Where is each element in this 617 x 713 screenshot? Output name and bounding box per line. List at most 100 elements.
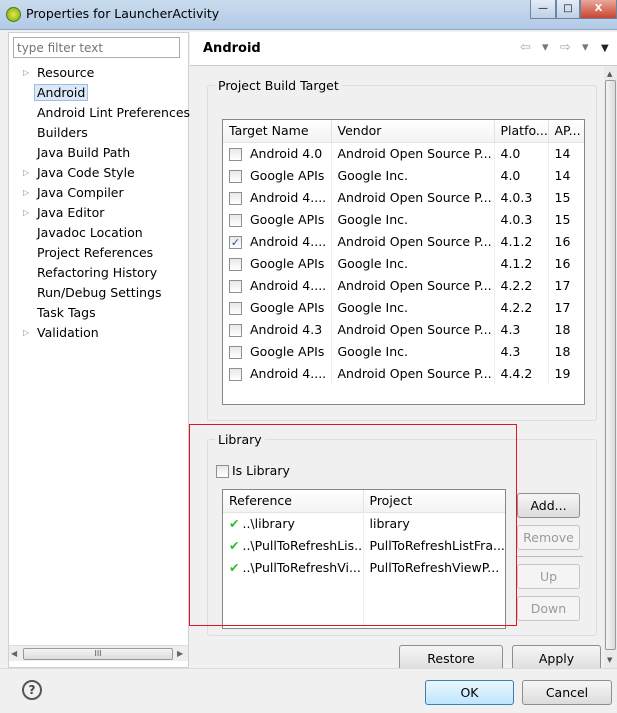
back-arrow-icon[interactable]: ⇦ [520,40,531,55]
sidebar-item-label: Java Code Style [37,165,135,180]
sidebar-item-java-build-path[interactable]: Java Build Path [9,143,189,163]
up-button[interactable]: Up [517,564,580,589]
target-checkbox[interactable] [229,367,242,381]
target-name: Google APIs [250,211,325,227]
ok-button[interactable]: OK [425,680,514,705]
expand-arrow-icon[interactable]: ▷ [23,63,29,83]
target-checkbox[interactable] [229,257,242,271]
target-vendor-cell: Android Open Source P... [331,230,495,252]
content-panel: Android ⇦ ▾ ⇨ ▾ ▼ Project Build Target T… [189,32,617,668]
down-button[interactable]: Down [517,596,580,621]
sidebar-item-run-debug-settings[interactable]: Run/Debug Settings [9,283,189,303]
column-header[interactable]: Target Name [223,120,332,143]
target-checkbox[interactable] [229,169,242,183]
table-row[interactable]: Google APIs Google Inc. 4.0.3 15 [223,208,584,230]
sidebar-item-refactoring-history[interactable]: Refactoring History [9,263,189,283]
table-row[interactable]: Google APIs Google Inc. 4.3 18 [223,340,584,362]
scroll-up-button[interactable]: ▲ [607,70,612,78]
column-header[interactable]: AP... [548,120,584,143]
maximize-button[interactable]: □ [556,0,580,19]
add-button[interactable]: Add... [517,493,580,518]
sidebar-item-task-tags[interactable]: Task Tags [9,303,189,323]
scroll-right-button[interactable]: ▶ [177,649,183,658]
restore-defaults-button[interactable]: Restore Defaults [399,645,503,668]
dialog-footer: ? OK Cancel [0,668,617,713]
sidebar-item-resource[interactable]: ▷ Resource [9,63,189,83]
forward-dropdown-icon[interactable]: ▾ [582,40,589,55]
target-name-cell: Google APIs [223,164,332,186]
target-api-cell: 19 [548,362,584,384]
sidebar-item-builders[interactable]: Builders [9,123,189,143]
cancel-button[interactable]: Cancel [522,680,612,705]
target-platform-cell: 4.2.2 [494,274,549,296]
remove-button[interactable]: Remove [517,525,580,550]
table-row[interactable]: ✓ Android 4.... Android Open Source P... 4.… [223,230,584,252]
target-checkbox[interactable]: ✓ [229,235,242,249]
target-api-cell: 17 [548,296,584,318]
sidebar-item-java-compiler[interactable]: ▷ Java Compiler [9,183,189,203]
target-platform-cell: 4.0.3 [494,186,549,208]
table-row[interactable]: Google APIs Google Inc. 4.0 14 [223,164,584,186]
target-name: Android 4.... [250,233,327,249]
close-button[interactable]: X [580,0,617,19]
target-checkbox[interactable] [229,323,242,337]
target-checkbox[interactable] [229,147,242,161]
table-row[interactable]: Android 4.0 Android Open Source P... 4.0 14 [223,142,584,164]
table-row[interactable]: Android 4.... Android Open Source P... 4.4… [223,362,584,384]
column-header[interactable]: Platfo... [494,120,549,143]
target-name-cell: Android 4.... [223,186,332,208]
sidebar-item-java-code-style[interactable]: ▷ Java Code Style [9,163,189,183]
sidebar-horizontal-scrollbar[interactable]: ◀ III ▶ [9,645,188,661]
table-row[interactable]: Google APIs Google Inc. 4.1.2 16 [223,252,584,274]
sidebar-item-java-editor[interactable]: ▷ Java Editor [9,203,189,223]
table-row[interactable]: Google APIs Google Inc. 4.2.2 17 [223,296,584,318]
target-platform-cell: 4.1.2 [494,230,549,252]
target-checkbox[interactable] [229,213,242,227]
target-vendor-cell: Google Inc. [331,164,495,186]
sidebar-item-project-references[interactable]: Project References [9,243,189,263]
table-row[interactable]: Android 4.... Android Open Source P... 4.0… [223,186,584,208]
sidebar-item-label: Java Editor [37,205,105,220]
scroll-thumb[interactable]: III [23,648,173,660]
target-checkbox[interactable] [229,301,242,315]
minimize-button[interactable]: — [530,0,556,19]
sidebar-item-javadoc-location[interactable]: Javadoc Location [9,223,189,243]
table-row[interactable]: Android 4.... Android Open Source P... 4.2… [223,274,584,296]
apply-button[interactable]: Apply [512,645,601,668]
sidebar-item-android-lint-preferences[interactable]: Android Lint Preferences [9,103,191,123]
sidebar-item-label: Run/Debug Settings [37,285,162,300]
target-name-cell: Google APIs [223,208,332,230]
target-checkbox[interactable] [229,279,242,293]
sidebar-item-validation[interactable]: ▷ Validation [9,323,189,343]
expand-arrow-icon[interactable]: ▷ [23,323,29,343]
target-name-cell: Android 4.3 [223,318,332,340]
forward-arrow-icon[interactable]: ⇨ [560,40,571,55]
filter-input[interactable] [13,37,180,58]
content-vertical-scrollbar[interactable]: ▲ ▼ [604,66,617,668]
sidebar-item-android[interactable]: Android [9,83,189,103]
target-name-cell: Android 4.0 [223,142,332,164]
target-api-cell: 18 [548,340,584,362]
table-row[interactable]: Android 4.3 Android Open Source P... 4.3 18 [223,318,584,340]
target-name-cell: Google APIs [223,296,332,318]
target-api-cell: 14 [548,164,584,186]
sidebar-item-label: Validation [37,325,99,340]
view-menu-icon[interactable]: ▼ [601,43,609,54]
back-dropdown-icon[interactable]: ▾ [542,40,549,55]
help-button[interactable]: ? [22,680,42,700]
target-checkbox[interactable] [229,345,242,359]
expand-arrow-icon[interactable]: ▷ [23,203,29,223]
scroll-down-button[interactable]: ▼ [607,656,612,664]
expand-arrow-icon[interactable]: ▷ [23,163,29,183]
target-name: Google APIs [250,343,325,359]
expand-arrow-icon[interactable]: ▷ [23,183,29,203]
target-name-cell: Google APIs [223,340,332,362]
scroll-left-button[interactable]: ◀ [11,649,17,658]
target-checkbox[interactable] [229,191,242,205]
build-target-label: Project Build Target [218,78,339,93]
target-api-cell: 15 [548,186,584,208]
sidebar-item-label: Android Lint Preferences [37,105,191,120]
build-target-group: Project Build Target Target Name Vendor Pl… [207,78,597,421]
column-header[interactable]: Vendor [331,120,495,143]
scroll-thumb[interactable] [605,80,616,650]
